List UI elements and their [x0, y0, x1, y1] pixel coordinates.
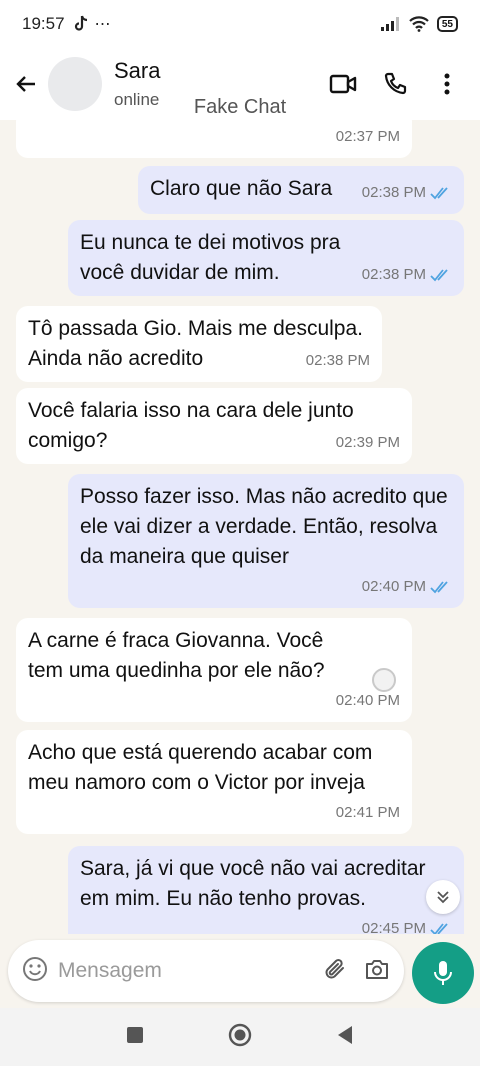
message-time: 02:40 PM — [361, 578, 426, 595]
camera-icon — [366, 959, 388, 979]
home-circle-icon — [228, 1023, 252, 1046]
message-meta: 02:41 PM — [336, 798, 400, 828]
more-notifications-icon: ⋯ — [94, 16, 111, 33]
message-time: 02:45 PM — [361, 920, 426, 934]
message-time: 02:39 PM — [335, 434, 400, 451]
back-nav-button[interactable] — [336, 1025, 354, 1050]
message-text: Sara, já vi que você não vai acreditar e… — [80, 857, 426, 910]
system-navigation-bar — [0, 1008, 480, 1066]
voice-message-button[interactable] — [412, 942, 474, 1004]
message-text: Posso fazer isso. Mas não acredito que e… — [80, 485, 448, 568]
message-incoming[interactable]: Acho que está querendo acabar com meu na… — [16, 730, 412, 834]
message-input[interactable] — [58, 959, 298, 983]
message-meta: 02:39 PM — [336, 428, 400, 458]
status-bar: 19:57 ⋯ 55 — [0, 0, 480, 48]
recent-apps-button[interactable] — [126, 1026, 144, 1049]
message-time: 02:40 PM — [335, 692, 400, 709]
watermark: Fake Chat — [193, 96, 287, 118]
video-camera-icon — [329, 74, 357, 94]
scroll-to-bottom-button[interactable] — [426, 880, 460, 914]
signal-icon — [380, 17, 399, 31]
read-ticks-icon — [430, 269, 448, 282]
message-meta: 02:40 PM — [362, 572, 452, 602]
square-icon — [127, 1026, 143, 1043]
home-button[interactable] — [228, 1023, 252, 1052]
phone-icon — [384, 72, 407, 95]
microphone-icon — [434, 961, 452, 985]
paperclip-icon — [325, 958, 344, 978]
message-time: 02:38 PM — [361, 266, 426, 283]
read-ticks-icon — [430, 923, 448, 934]
status-notification-icons: ⋯ — [73, 14, 111, 34]
emoji-button[interactable] — [22, 956, 48, 987]
message-text: Acho que está querendo acabar com meu na… — [28, 741, 373, 794]
message-composer — [8, 940, 404, 1002]
message-time: 02:38 PM — [361, 184, 426, 201]
message-meta: 02:45 PM — [362, 914, 452, 934]
read-ticks-icon — [430, 187, 448, 200]
composer-actions — [322, 956, 390, 987]
message-meta: 02:38 PM — [362, 178, 452, 208]
message-incoming[interactable]: Tô passada Gio. Mais me desculpa. Ainda … — [16, 306, 382, 382]
message-meta: 02:38 PM — [306, 346, 370, 376]
chevron-double-down-icon — [437, 891, 449, 904]
message-incoming[interactable]: Você falaria isso na cara dele junto com… — [16, 388, 412, 464]
message-text: Eu nunca te dei motivos pra você duvidar… — [80, 231, 341, 284]
message-time: 02:38 PM — [305, 352, 370, 369]
message-incoming[interactable]: A carne é fraca Giovanna. Você tem uma q… — [16, 618, 412, 722]
tiktok-icon — [74, 15, 87, 31]
message-time: 02:41 PM — [335, 804, 400, 821]
message-meta: 02:37 PM — [336, 122, 400, 152]
emoji-icon — [23, 956, 47, 981]
wifi-icon — [409, 16, 429, 32]
arrow-left-icon — [16, 76, 35, 92]
message-time: 02:37 PM — [335, 128, 400, 145]
message-meta: 02:38 PM — [362, 260, 452, 290]
status-time: 19:57 — [22, 14, 65, 33]
read-ticks-icon — [430, 581, 448, 594]
attach-button[interactable] — [322, 956, 348, 987]
camera-button[interactable] — [364, 957, 390, 986]
status-right: 55 — [380, 16, 458, 32]
chat-messages: 02:37 PM Claro que não Sara 02:38 PM Eu … — [0, 120, 480, 934]
message-outgoing[interactable]: Sara, já vi que você não vai acreditar e… — [68, 846, 464, 934]
message-text: Claro que não Sara — [150, 177, 333, 200]
message-outgoing[interactable]: Claro que não Sara 02:38 PM — [138, 166, 464, 214]
message-text: Você falaria isso na cara dele junto com… — [28, 399, 354, 452]
battery-indicator: 55 — [436, 16, 458, 32]
message-text: A carne é fraca Giovanna. Você tem uma q… — [28, 629, 325, 682]
message-incoming[interactable]: 02:37 PM — [16, 120, 412, 158]
more-vertical-icon — [444, 73, 450, 95]
message-meta: 02:40 PM — [336, 686, 400, 716]
message-outgoing[interactable]: Posso fazer isso. Mas não acredito que e… — [68, 474, 464, 608]
triangle-back-icon — [338, 1025, 352, 1044]
contact-name: Sara — [114, 58, 161, 83]
message-outgoing[interactable]: Eu nunca te dei motivos pra você duvidar… — [68, 220, 464, 296]
